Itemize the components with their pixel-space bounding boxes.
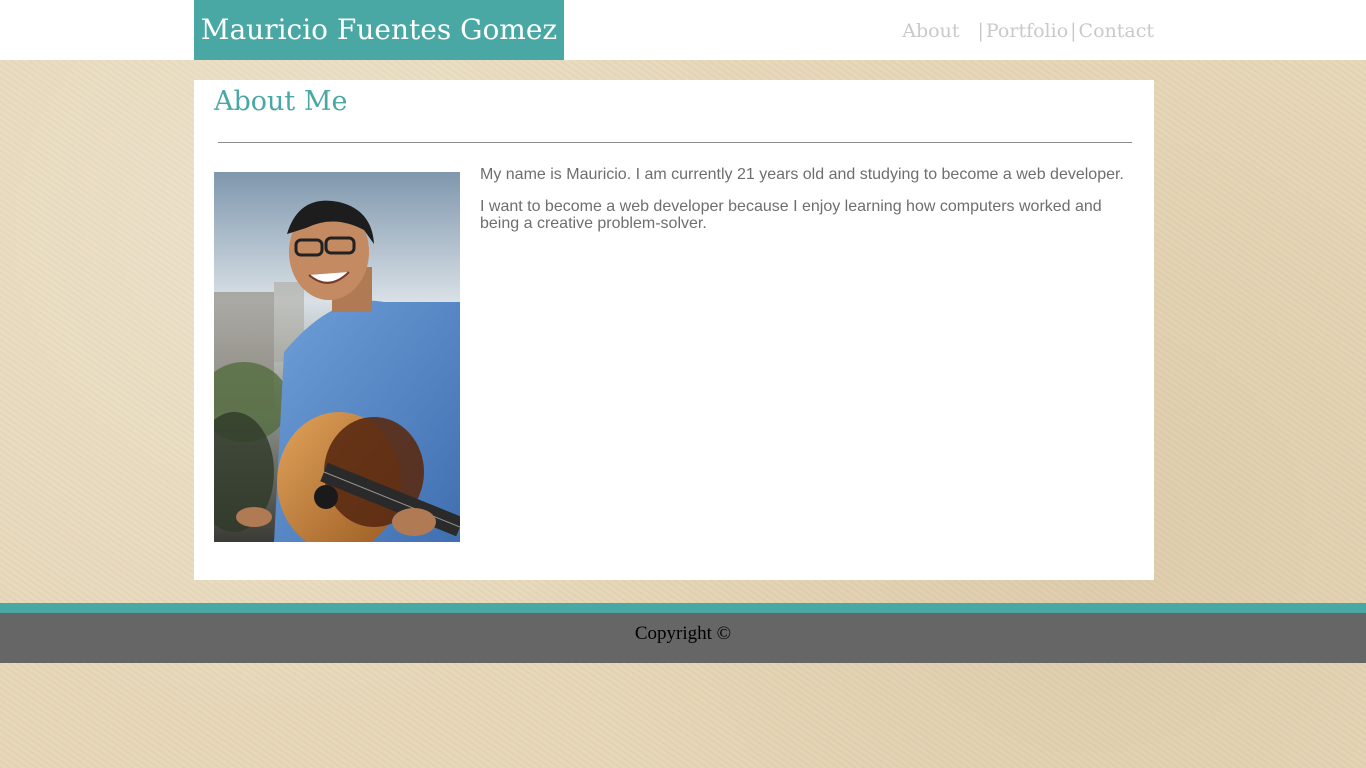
nav-separator: | — [977, 20, 984, 42]
bio-paragraph: I want to become a web developer because… — [480, 198, 1102, 232]
nav-link-portfolio[interactable]: Portfolio — [986, 20, 1068, 42]
copyright-text: Copyright © — [634, 623, 732, 644]
footer: Copyright © — [0, 613, 1366, 663]
nav-link-about[interactable]: About — [902, 20, 959, 42]
bio-text: My name is Mauricio. I am currently 21 y… — [480, 166, 1134, 247]
footer-accent-bar — [0, 603, 1366, 613]
nav-separator: | — [1070, 20, 1077, 42]
profile-photo-illustration — [214, 172, 460, 542]
page-title: About Me — [214, 86, 348, 117]
bio-paragraph: My name is Mauricio. I am currently 21 y… — [480, 166, 1124, 183]
profile-photo — [214, 172, 460, 542]
about-panel: About Me My name is Mauricio. I am curre… — [194, 80, 1154, 580]
nav-link-contact[interactable]: Contact — [1079, 20, 1154, 42]
title-divider — [218, 142, 1132, 143]
site-brand-title[interactable]: Mauricio Fuentes Gomez — [194, 0, 564, 60]
main-nav: About | Portfolio | Contact — [902, 17, 1154, 45]
